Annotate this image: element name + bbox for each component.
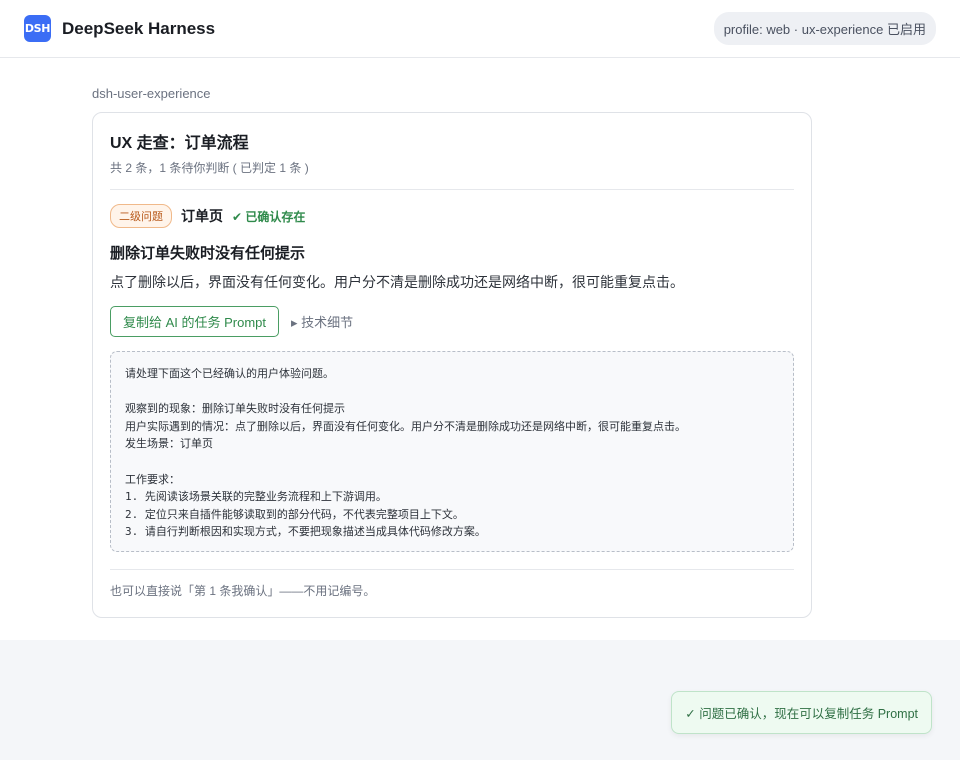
tech-details-toggle[interactable]: ▸ 技术细节 [291, 312, 353, 331]
profile-status-badge: profile: web · ux-experience 已启用 [713, 12, 936, 45]
severity-badge: 二级问题 [110, 204, 172, 228]
issue-header: 二级问题 订单页 ✔ 已确认存在 [110, 204, 794, 228]
prompt-preview: 请处理下面这个已经确认的用户体验问题。 观察到的现象：删除订单失败时没有任何提示… [110, 351, 794, 552]
divider [110, 189, 794, 190]
confirmed-status: ✔ 已确认存在 [232, 209, 306, 224]
top-bar: DSH DeepSeek Harness profile: web · ux-e… [0, 0, 960, 58]
app-logo: DSH [24, 15, 51, 42]
footer-hint: 也可以直接说「第 1 条我确认」——不用记编号。 [110, 583, 376, 598]
main-content: dsh-user-experience UX 走查：订单流程 共 2 条，1 条… [92, 86, 812, 618]
app-title: DeepSeek Harness [62, 18, 216, 38]
divider [110, 568, 794, 570]
ux-review-card: UX 走查：订单流程 共 2 条，1 条待你判断 ( 已判定 1 条 ) 二级问… [92, 112, 812, 618]
issue-location: 订单页 [181, 208, 223, 224]
app-window: DSH DeepSeek Harness profile: web · ux-e… [0, 0, 960, 640]
issue-actions: 复制给 AI 的任务 Prompt ▸ 技术细节 [110, 306, 794, 337]
card-summary: 共 2 条，1 条待你判断 ( 已判定 1 条 ) [110, 161, 309, 175]
issue-title: 删除订单失败时没有任何提示 [110, 245, 306, 262]
card-title: UX 走查：订单流程 [110, 135, 249, 152]
success-toast: ✓ 问题已确认，现在可以复制任务 Prompt [671, 691, 932, 734]
issue-description: 点了删除以后，界面没有任何变化。用户分不清是删除成功还是网络中断，很可能重复点击… [110, 274, 684, 290]
copy-prompt-button[interactable]: 复制给 AI 的任务 Prompt [110, 306, 280, 337]
skill-label: dsh-user-experience [92, 86, 211, 101]
